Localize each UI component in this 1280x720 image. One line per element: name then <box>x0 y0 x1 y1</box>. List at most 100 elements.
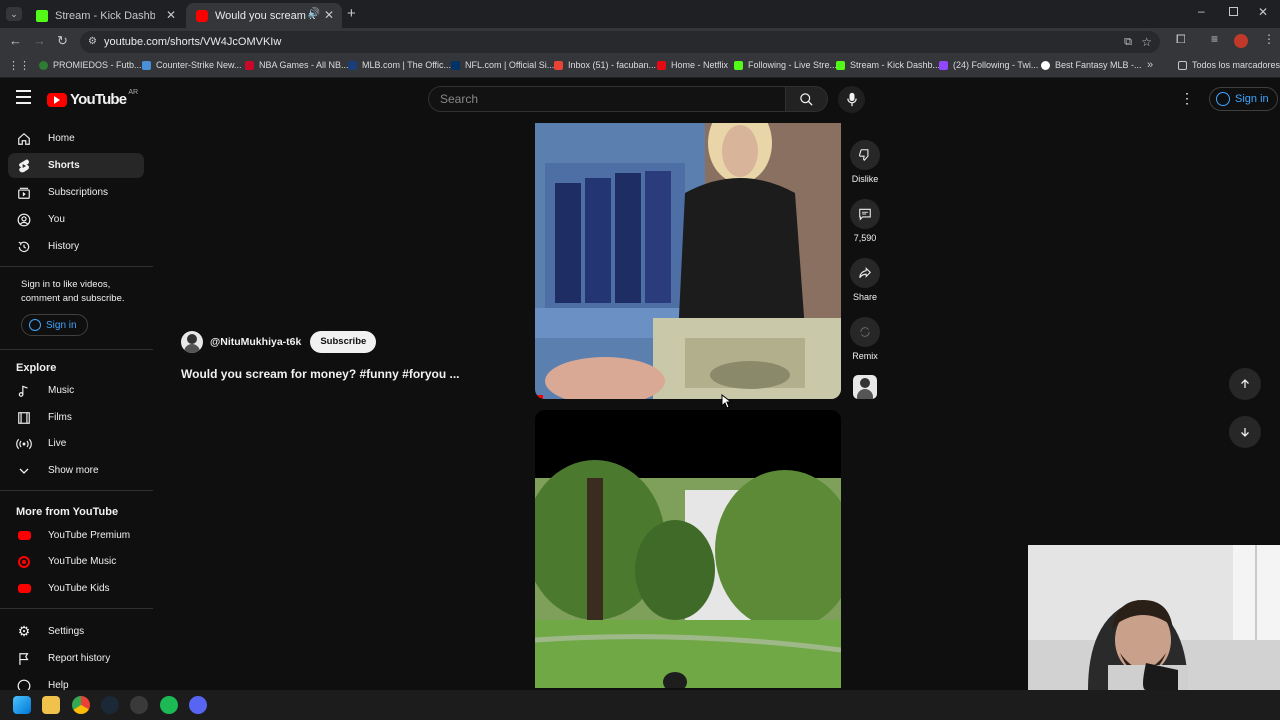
bookmark-item[interactable]: Inbox (51) - facuban... <box>554 60 656 70</box>
discord-icon[interactable] <box>189 696 207 714</box>
bookmark-item[interactable]: MLB.com | The Offic... <box>348 60 451 70</box>
settings-more-icon[interactable]: ⋮ <box>1180 90 1194 107</box>
search-button[interactable] <box>786 86 828 112</box>
share-button[interactable]: Share <box>846 258 884 302</box>
bookmark-item[interactable]: NBA Games - All NB... <box>245 60 349 70</box>
bookmark-favicon <box>142 60 151 70</box>
music-icon <box>16 383 32 399</box>
apps-grid-icon[interactable]: ⋮⋮ <box>8 59 30 72</box>
youtube-logo-text: YouTube <box>70 91 127 108</box>
bookmark-label: PROMIEDOS - Futb... <box>53 60 142 70</box>
media-control-icon[interactable]: ≡ <box>1211 32 1218 46</box>
close-tab-icon[interactable]: ✕ <box>166 8 176 22</box>
bookmark-item[interactable]: Counter-Strike New... <box>142 60 242 70</box>
dislike-icon <box>850 140 880 170</box>
next-short-button[interactable] <box>1229 416 1261 448</box>
sidebar-item-history[interactable]: History <box>8 234 144 259</box>
flag-icon <box>16 651 32 667</box>
sidebar-item-settings[interactable]: ⚙ Settings <box>8 619 144 644</box>
comments-button[interactable]: 7,590 <box>846 199 884 243</box>
sidebar-item-subscriptions[interactable]: Subscriptions <box>8 180 144 205</box>
hamburger-menu-icon[interactable] <box>16 90 31 104</box>
sidebar-item-home[interactable]: Home <box>8 126 144 151</box>
chrome-icon[interactable] <box>72 696 90 714</box>
bookmarks-bar: ⋮⋮ PROMIEDOS - Futb... Counter-Strike Ne… <box>0 55 1280 78</box>
address-bar[interactable]: ⚙ youtube.com/shorts/VW4JcOMVKIw ⧉ ☆ <box>80 31 1160 53</box>
reload-icon[interactable]: ↻ <box>57 33 68 49</box>
back-icon[interactable]: ← <box>9 33 22 48</box>
url-text: youtube.com/shorts/VW4JcOMVKIw <box>104 36 282 48</box>
bookmark-item[interactable]: NFL.com | Official Si... <box>451 60 554 70</box>
profile-avatar[interactable] <box>1234 34 1248 48</box>
sign-in-button[interactable]: Sign in <box>1209 87 1278 111</box>
short-video-player[interactable] <box>535 123 841 399</box>
tab-search-dropdown-icon[interactable]: ⌄ <box>6 7 22 21</box>
browser-tab-youtube[interactable]: Would you scream for mon 🔊 ✕ <box>186 3 342 28</box>
site-info-icon[interactable]: ⚙ <box>88 31 97 53</box>
browser-menu-icon[interactable]: ⋮ <box>1263 32 1275 46</box>
app-icon[interactable] <box>130 696 148 714</box>
channel-handle[interactable]: @NituMukhiya-t6k <box>210 336 301 348</box>
bookmark-label: (24) Following - Twi... <box>953 60 1039 70</box>
close-window-button[interactable]: ✕ <box>1258 5 1268 19</box>
account-circle-icon <box>1216 92 1230 106</box>
sign-in-prompt: Sign in to like videos, comment and subs… <box>21 279 125 304</box>
search-input[interactable]: Search <box>428 86 786 112</box>
next-short-video[interactable] <box>535 410 841 688</box>
bookmark-favicon <box>39 60 48 70</box>
shorts-icon <box>16 158 32 174</box>
subscribe-button[interactable]: Subscribe <box>310 331 377 353</box>
youtube-header: YouTube AR Search ⋮ Sign in <box>0 78 1280 121</box>
close-tab-icon[interactable]: ✕ <box>324 8 334 22</box>
bookmark-item[interactable]: Best Fantasy MLB -... <box>1041 60 1142 70</box>
more-bookmarks-icon[interactable]: » <box>1147 59 1153 71</box>
sidebar-item-youtube-premium[interactable]: YouTube Premium <box>8 523 144 548</box>
sidebar-item-youtube-kids[interactable]: YouTube Kids <box>8 576 144 601</box>
new-tab-button[interactable]: + <box>347 5 356 22</box>
install-app-icon[interactable]: ⧉ <box>1124 31 1132 53</box>
file-explorer-icon[interactable] <box>42 696 60 714</box>
remix-button[interactable]: Remix <box>846 317 884 361</box>
youtube-logo[interactable]: YouTube AR <box>47 89 139 108</box>
mouse-cursor-icon <box>721 394 732 409</box>
channel-avatar[interactable] <box>181 331 203 353</box>
live-icon <box>16 436 32 452</box>
bookmark-label: NBA Games - All NB... <box>259 60 349 70</box>
windows-start-icon[interactable] <box>13 696 31 714</box>
sidebar-item-show-more[interactable]: Show more <box>8 458 144 483</box>
sidebar-item-shorts[interactable]: Shorts <box>8 153 144 178</box>
minimize-button[interactable]: – <box>1198 4 1205 18</box>
all-bookmarks-folder[interactable]: Todos los marcadores <box>1178 60 1280 70</box>
sidebar: Home Shorts Subscriptions You History Si… <box>0 121 155 691</box>
maximize-button[interactable] <box>1229 7 1238 16</box>
audio-playing-icon[interactable]: 🔊 <box>308 8 320 19</box>
sidebar-item-films[interactable]: Films <box>8 405 144 430</box>
sidebar-item-youtube-music[interactable]: YouTube Music <box>8 549 144 574</box>
sound-avatar[interactable] <box>853 375 877 399</box>
bookmark-item[interactable]: PROMIEDOS - Futb... <box>39 60 142 70</box>
youtube-kids-icon <box>16 581 32 597</box>
extensions-icon[interactable]: ⧠ <box>1176 32 1186 47</box>
sidebar-item-you[interactable]: You <box>8 207 144 232</box>
spotify-icon[interactable] <box>160 696 178 714</box>
bookmark-item[interactable]: Stream - Kick Dashb... <box>836 60 940 70</box>
sidebar-item-report-history[interactable]: Report history <box>8 646 144 671</box>
sidebar-item-music[interactable]: Music <box>8 378 144 403</box>
sidebar-item-help[interactable]: Help <box>8 673 144 691</box>
previous-short-button[interactable] <box>1229 368 1261 400</box>
bookmark-item[interactable]: Following - Live Stre... <box>734 60 837 70</box>
windows-taskbar <box>0 690 1280 720</box>
video-frame <box>535 123 841 399</box>
bookmark-item[interactable]: Home - Netflix <box>657 60 728 70</box>
dislike-button[interactable]: Dislike <box>846 140 884 184</box>
bookmark-star-icon[interactable]: ☆ <box>1141 31 1152 53</box>
sidebar-sign-in-button[interactable]: Sign in <box>21 314 88 336</box>
browser-tab-kick[interactable]: Stream - Kick Dashboard ✕ <box>26 3 184 28</box>
steam-icon[interactable] <box>101 696 119 714</box>
region-code: AR <box>128 89 139 96</box>
bookmark-item[interactable]: (24) Following - Twi... <box>939 60 1038 70</box>
sidebar-item-live[interactable]: Live <box>8 431 144 456</box>
share-icon <box>850 258 880 288</box>
voice-search-button[interactable] <box>838 86 865 113</box>
forward-icon[interactable]: → <box>33 33 46 48</box>
